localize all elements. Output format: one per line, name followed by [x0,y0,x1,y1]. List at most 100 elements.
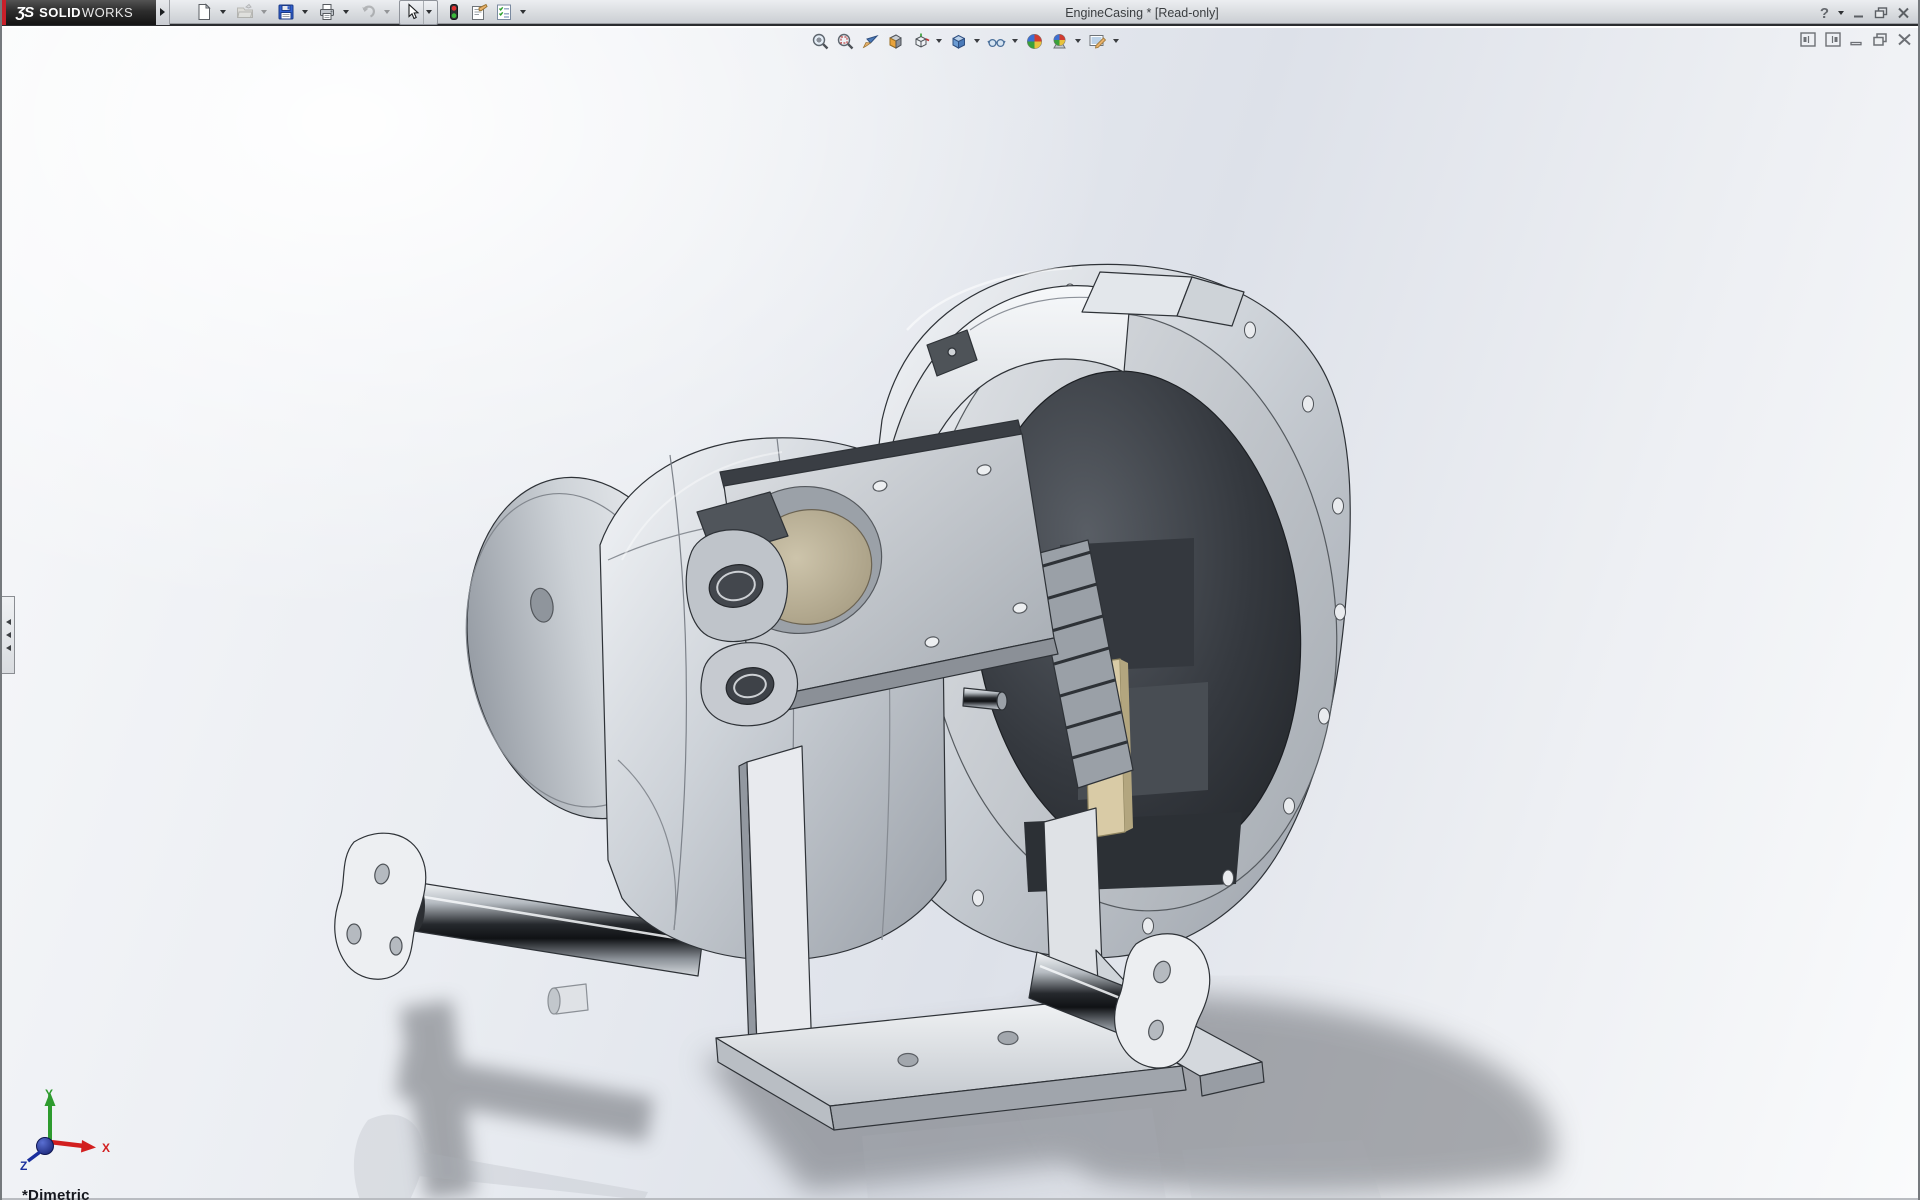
display-style-button[interactable] [947,30,969,52]
section-view-button[interactable] [884,30,906,52]
print-dropdown[interactable] [340,1,351,24]
chevron-down-icon [1075,39,1081,43]
zoom-to-fit-button[interactable] [809,30,831,52]
solidworks-logo: ƷS SOLID WORKS [6,0,156,25]
new-document-dropdown[interactable] [217,1,228,24]
undo-button[interactable] [356,1,379,24]
previous-view-icon [862,34,879,48]
chevron-down-icon [219,10,226,14]
view-settings-button[interactable] [1086,30,1108,52]
select-cursor-icon [407,3,419,20]
chevron-down-icon [1012,39,1018,43]
undo-dropdown[interactable] [381,1,392,24]
orientation-triad: Y X Z [20,1087,110,1170]
solidworks-logo-light: WORKS [81,4,134,20]
chevron-down-icon [936,39,942,43]
open-dropdown[interactable] [258,1,269,24]
minimize-button[interactable] [1853,7,1865,19]
chevron-down-icon [426,10,432,14]
close-icon [1898,33,1911,46]
feature-manager-collapsed-tab[interactable] [2,596,15,674]
minimize-document-button[interactable] [1850,33,1863,46]
view-orientation-icon [915,33,929,48]
help-dropdown[interactable] [1838,11,1844,15]
right-pane-icon [1825,32,1841,47]
zoom-to-area-icon [837,33,853,49]
options-dropdown[interactable] [517,1,528,24]
chevron-down-icon [519,10,526,14]
menu-flyout-button[interactable] [156,0,170,25]
apply-scene-icon [1052,33,1066,48]
chevron-down-icon [301,10,308,14]
save-dropdown[interactable] [299,1,310,24]
new-document-icon [198,3,211,20]
model-canvas[interactable] [2,28,1918,1200]
save-floppy-icon [278,4,293,20]
view-orientation-label: *Dimetric [22,1187,90,1200]
triad-x-label: X [102,1141,110,1155]
undo-arrow-icon [361,5,375,18]
close-icon [1898,7,1909,19]
view-settings-dropdown[interactable] [1111,30,1121,52]
restore-document-button[interactable] [1872,32,1888,47]
printer-icon [319,4,334,20]
display-style-dropdown[interactable] [972,30,982,52]
apply-scene-dropdown[interactable] [1073,30,1083,52]
options-checklist-icon [496,4,511,20]
solidworks-logo-glyph: ƷS [16,3,34,21]
show-right-pane-button[interactable] [1825,32,1841,47]
zoom-to-area-button[interactable] [834,30,856,52]
triad-z-label: Z [20,1159,27,1170]
open-folder-icon [236,3,253,18]
close-button[interactable] [1897,7,1910,19]
apply-scene-button[interactable] [1048,30,1070,52]
restore-button[interactable] [1874,7,1888,19]
chevron-down-icon [1113,39,1119,43]
traffic-light-icon [449,4,458,20]
new-document-button[interactable] [192,1,215,24]
collapse-arrow-icon [5,645,11,651]
open-button[interactable] [233,1,256,24]
triad-y-label: Y [45,1087,53,1101]
print-button[interactable] [315,1,338,24]
chevron-down-icon [974,39,980,43]
hide-show-items-button[interactable] [985,30,1007,52]
document-window-controls [1800,32,1912,47]
left-axle-flange [334,832,427,980]
window-title: EngineCasing * [Read-only] [1065,6,1219,20]
appearance-sphere-icon [1026,33,1042,49]
select-button[interactable] [400,1,423,24]
window-controls: ? [1820,0,1910,26]
save-button[interactable] [274,1,297,24]
view-settings-icon [1089,34,1106,49]
show-left-pane-button[interactable] [1800,32,1816,47]
section-view-icon [889,33,901,49]
main-toolbar [192,0,531,25]
traffic-light-button[interactable] [442,1,465,24]
collapse-arrow-icon [5,619,11,625]
previous-view-button[interactable] [859,30,881,52]
close-document-button[interactable] [1897,33,1912,46]
flyout-arrow-icon [160,8,165,16]
view-orientation-button[interactable] [909,30,931,52]
left-pane-icon [1800,32,1816,47]
collapse-arrow-icon [5,632,11,638]
view-orientation-dropdown[interactable] [934,30,944,52]
hide-show-items-dropdown[interactable] [1010,30,1020,52]
edit-appearance-button[interactable] [1023,30,1045,52]
stud-bolt [962,687,1008,711]
chevron-down-icon [1838,11,1844,15]
solidworks-logo-bold: SOLID [39,4,81,20]
file-properties-icon [471,3,488,20]
graphics-viewport[interactable]: Y X Z *Dimetric [2,28,1918,1200]
headsup-view-toolbar [809,30,1121,52]
file-properties-button[interactable] [467,1,490,24]
chevron-down-icon [260,10,267,14]
options-button[interactable] [492,1,515,24]
eyeglasses-icon [986,38,1006,47]
help-button[interactable]: ? [1820,5,1829,22]
zoom-to-fit-icon [812,33,828,49]
select-dropdown[interactable] [423,0,434,24]
minimize-icon [1850,41,1862,46]
solidworks-window: ƷS SOLID WORKS EngineCasing * [Read-only… [0,0,1920,1200]
